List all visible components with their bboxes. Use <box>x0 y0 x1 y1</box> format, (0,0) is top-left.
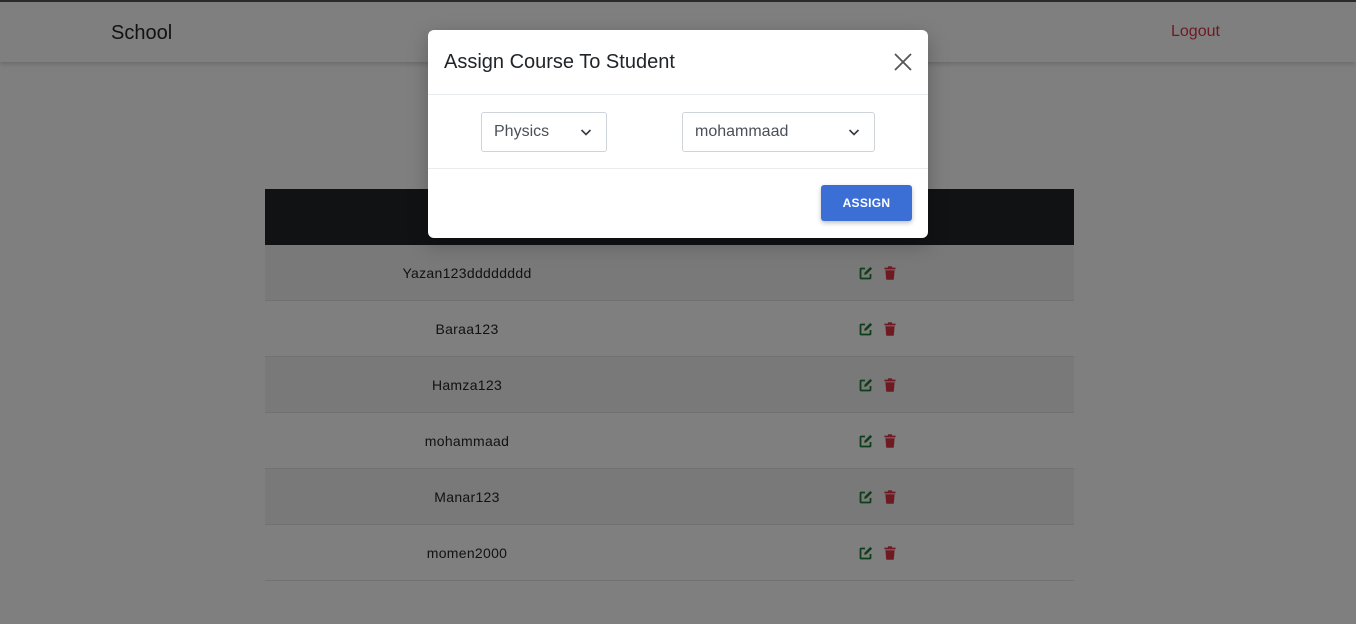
close-button[interactable] <box>892 51 914 73</box>
assign-course-modal: Assign Course To Student Physics mohamma… <box>428 30 928 238</box>
modal-title: Assign Course To Student <box>444 51 675 73</box>
modal-footer: ASSIGN <box>428 169 928 238</box>
chevron-down-icon <box>848 129 860 136</box>
modal-body: Physics mohammaad <box>428 95 928 169</box>
close-icon <box>894 53 912 71</box>
assign-button[interactable]: ASSIGN <box>821 185 912 221</box>
modal-header: Assign Course To Student <box>428 30 928 95</box>
student-select[interactable]: mohammaad <box>682 112 875 152</box>
chevron-down-icon <box>580 129 592 136</box>
course-select[interactable]: Physics <box>481 112 607 152</box>
